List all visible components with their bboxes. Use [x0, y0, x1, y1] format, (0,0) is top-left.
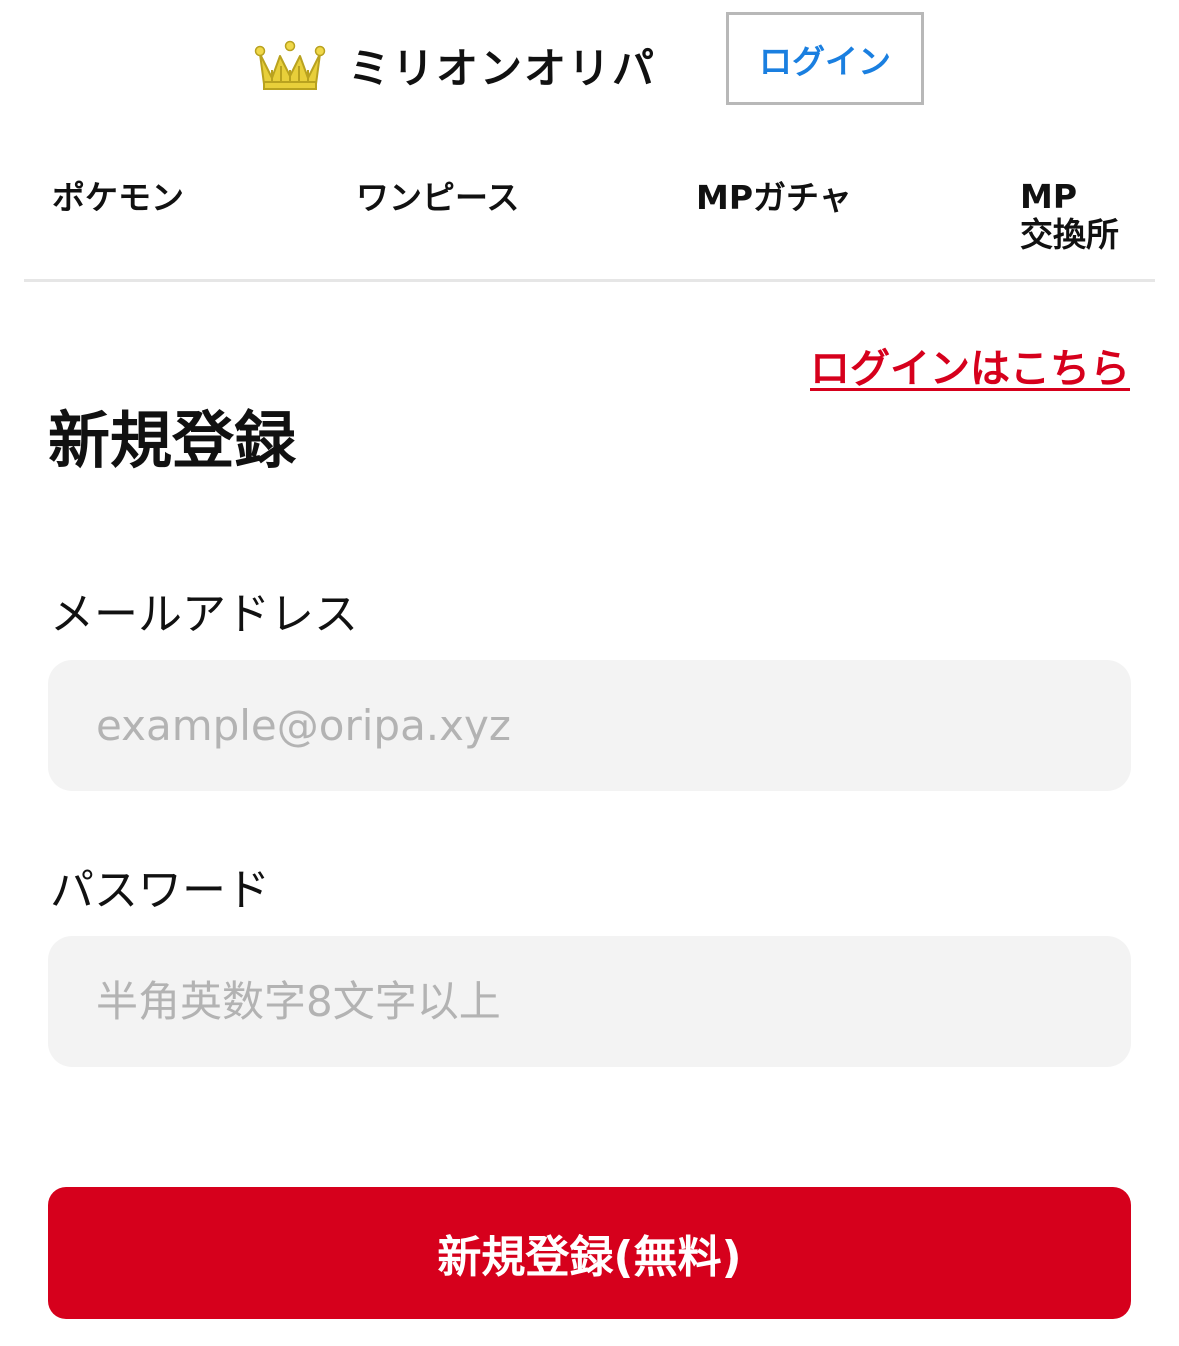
password-field[interactable]	[48, 936, 1131, 1067]
email-field[interactable]	[48, 660, 1131, 791]
crown-icon	[254, 40, 326, 90]
nav-item-mp-exchange[interactable]: MP 交換所	[1020, 178, 1119, 254]
brand-logo[interactable]: ミリオンオリパ	[254, 30, 656, 100]
login-link[interactable]: ログインはこちら	[810, 336, 1130, 394]
header-login-button[interactable]: ログイン	[726, 12, 924, 105]
password-label: パスワード	[50, 865, 270, 916]
email-label: メールアドレス	[50, 589, 358, 640]
nav-item-mp-exchange-line2: 交換所	[1020, 215, 1119, 254]
category-nav: ポケモン ワンピース MPガチャ MP 交換所	[24, 150, 1155, 282]
nav-item-onepiece[interactable]: ワンピース	[356, 178, 519, 218]
page-title: 新規登録	[48, 404, 297, 477]
site-header: ミリオンオリパ ログイン	[0, 0, 1179, 120]
nav-item-mp-gacha[interactable]: MPガチャ	[696, 178, 852, 218]
nav-item-mp-exchange-line1: MP	[1020, 177, 1078, 216]
signup-submit-button[interactable]: 新規登録(無料)	[48, 1187, 1131, 1319]
brand-name: ミリオンオリパ	[348, 43, 657, 93]
nav-item-pokemon[interactable]: ポケモン	[52, 178, 184, 218]
